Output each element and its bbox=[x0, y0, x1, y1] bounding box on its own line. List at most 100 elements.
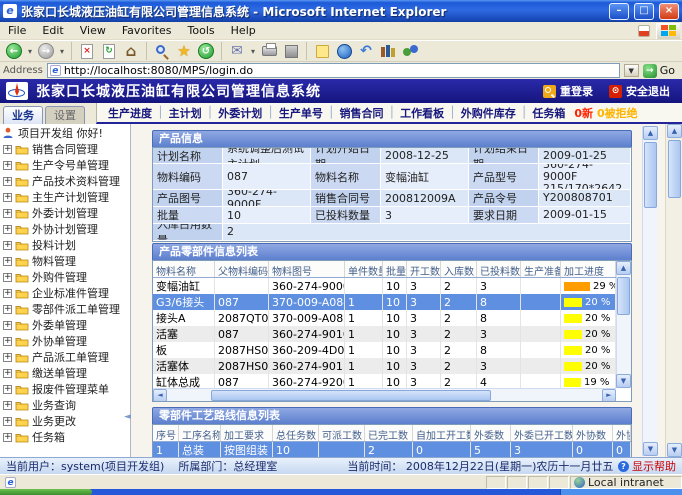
refresh-button[interactable]: ↻ bbox=[99, 42, 119, 60]
tree-expand-icon[interactable]: + bbox=[3, 225, 12, 234]
scroll-up-icon[interactable]: ▲ bbox=[616, 261, 631, 275]
parts-hscrollbar[interactable]: ◄ ► bbox=[153, 388, 616, 401]
nav-item-2[interactable]: 外委计划 bbox=[213, 105, 267, 121]
menu-help[interactable]: Help bbox=[223, 24, 264, 37]
scroll-thumb[interactable] bbox=[617, 277, 630, 315]
sidebar-item-1[interactable]: +生产令号单管理 bbox=[0, 157, 130, 173]
tree-expand-icon[interactable]: + bbox=[3, 321, 12, 330]
mail-dropdown[interactable]: ▾ bbox=[249, 47, 257, 56]
scroll-thumb[interactable] bbox=[211, 390, 491, 401]
column-header[interactable]: 自加工开工数 bbox=[413, 425, 471, 441]
sidebar-item-2[interactable]: +产品技术资料管理 bbox=[0, 173, 130, 189]
tree-expand-icon[interactable]: + bbox=[3, 305, 12, 314]
sidebar-item-7[interactable]: +物料管理 bbox=[0, 253, 130, 269]
scroll-thumb[interactable] bbox=[644, 142, 657, 208]
column-header[interactable]: 外协数 bbox=[573, 425, 613, 441]
home-button[interactable]: ⌂ bbox=[121, 42, 141, 60]
msn-button[interactable] bbox=[400, 42, 420, 60]
sidebar-item-12[interactable]: +外协单管理 bbox=[0, 333, 130, 349]
column-header[interactable]: 加工要求 bbox=[221, 425, 273, 441]
scroll-down-icon[interactable]: ▼ bbox=[667, 443, 682, 457]
column-header[interactable]: 加工进度 bbox=[561, 261, 616, 277]
scroll-down-icon[interactable]: ▼ bbox=[643, 442, 658, 456]
column-header[interactable]: 工序名称 bbox=[179, 425, 221, 441]
minimize-button[interactable]: – bbox=[609, 3, 629, 20]
table-row[interactable]: 变幅油缸360-274-9000F1032329 % bbox=[153, 278, 631, 294]
column-header[interactable]: 入库数 bbox=[441, 261, 477, 277]
go-button[interactable]: → Go bbox=[643, 64, 679, 78]
mail-button[interactable]: ✉ bbox=[227, 42, 247, 60]
start-button[interactable] bbox=[0, 489, 92, 495]
tree-expand-icon[interactable]: + bbox=[3, 337, 12, 346]
page-scrollbar[interactable]: ▲ ▼ bbox=[642, 126, 657, 456]
scroll-thumb[interactable] bbox=[668, 140, 681, 198]
back-button[interactable]: ← bbox=[4, 42, 24, 60]
table-row[interactable]: 活塞087360-274-9010F11032320 % bbox=[153, 326, 631, 342]
show-help-link[interactable]: ? 显示帮助 bbox=[618, 458, 676, 474]
tree-expand-icon[interactable]: + bbox=[3, 369, 12, 378]
tree-expand-icon[interactable]: + bbox=[3, 161, 12, 170]
column-header[interactable]: 物料图号 bbox=[269, 261, 345, 277]
menu-view[interactable]: View bbox=[72, 24, 114, 37]
sidebar-item-16[interactable]: +业务查询 bbox=[0, 397, 130, 413]
column-header[interactable]: 总任务数 bbox=[273, 425, 319, 441]
browser-extension-icon[interactable] bbox=[638, 25, 650, 37]
menu-favorites[interactable]: Favorites bbox=[114, 24, 180, 37]
column-header[interactable]: 可派工数 bbox=[319, 425, 365, 441]
column-header[interactable]: 已投料数 bbox=[477, 261, 521, 277]
column-header[interactable]: 物料名称 bbox=[153, 261, 215, 277]
tree-expand-icon[interactable]: + bbox=[3, 193, 12, 202]
quick-link-button[interactable]: ↶ bbox=[356, 42, 376, 60]
favorites-button[interactable]: ★ bbox=[174, 42, 194, 60]
parts-vscrollbar[interactable]: ▲ ▼ bbox=[616, 261, 631, 388]
column-header[interactable]: 批量 bbox=[383, 261, 407, 277]
scroll-right-icon[interactable]: ► bbox=[602, 389, 616, 402]
address-input[interactable]: e http://localhost:8080/MPS/login.do bbox=[47, 63, 620, 78]
messenger-web-button[interactable] bbox=[334, 42, 354, 60]
tree-expand-icon[interactable]: + bbox=[3, 385, 12, 394]
maximize-button[interactable]: □ bbox=[634, 3, 654, 20]
forward-dropdown[interactable]: ▾ bbox=[58, 47, 66, 56]
column-header[interactable]: 已完工数 bbox=[365, 425, 413, 441]
scroll-up-icon[interactable]: ▲ bbox=[667, 124, 682, 138]
history-button[interactable]: ↺ bbox=[196, 42, 216, 60]
scroll-down-icon[interactable]: ▼ bbox=[616, 374, 631, 388]
sidebar-item-4[interactable]: +外委计划管理 bbox=[0, 205, 130, 221]
sidebar-item-9[interactable]: +企业标准件管理 bbox=[0, 285, 130, 301]
notes-button[interactable] bbox=[312, 42, 332, 60]
table-row[interactable]: 接头A2087QT002370-009-A085011032820 % bbox=[153, 310, 631, 326]
tab-业务[interactable]: 业务 bbox=[3, 106, 43, 124]
scroll-left-icon[interactable]: ◄ bbox=[153, 389, 167, 402]
sidebar-item-0[interactable]: +销售合同管理 bbox=[0, 141, 130, 157]
scroll-up-icon[interactable]: ▲ bbox=[643, 126, 658, 140]
column-header[interactable]: 序号 bbox=[153, 425, 179, 441]
nav-item-6[interactable]: 外购件库存 bbox=[456, 105, 521, 121]
column-header[interactable]: 外委数 bbox=[471, 425, 511, 441]
sidebar-item-11[interactable]: +外委单管理 bbox=[0, 317, 130, 333]
windows-taskbar[interactable] bbox=[0, 489, 682, 495]
sidebar-item-3[interactable]: +主生产计划管理 bbox=[0, 189, 130, 205]
edit-button[interactable] bbox=[281, 42, 301, 60]
tree-expand-icon[interactable]: + bbox=[3, 273, 12, 282]
sidebar-item-6[interactable]: +投料计划 bbox=[0, 237, 130, 253]
column-header[interactable]: 单件数量 bbox=[345, 261, 383, 277]
tree-expand-icon[interactable]: + bbox=[3, 353, 12, 362]
column-header[interactable]: 生产准备 bbox=[521, 261, 561, 277]
column-header[interactable]: 外协 bbox=[613, 425, 631, 441]
sidebar-item-5[interactable]: +外协计划管理 bbox=[0, 221, 130, 237]
tree-expand-icon[interactable]: + bbox=[3, 401, 12, 410]
column-header[interactable]: 外委已开工数 bbox=[511, 425, 573, 441]
sidebar-item-14[interactable]: +缴送单管理 bbox=[0, 365, 130, 381]
close-button[interactable]: × bbox=[659, 3, 679, 20]
sidebar-item-15[interactable]: +报废件管理菜单 bbox=[0, 381, 130, 397]
nav-item-5[interactable]: 工作看板 bbox=[395, 105, 449, 121]
nav-item-4[interactable]: 销售合同 bbox=[335, 105, 389, 121]
menu-tools[interactable]: Tools bbox=[180, 24, 223, 37]
print-button[interactable] bbox=[259, 42, 279, 60]
menu-edit[interactable]: Edit bbox=[34, 24, 71, 37]
sidebar-item-13[interactable]: +产品派工单管理 bbox=[0, 349, 130, 365]
nav-item-3[interactable]: 生产单号 bbox=[274, 105, 328, 121]
nav-item-7[interactable]: 任务箱 bbox=[527, 105, 570, 121]
search-button[interactable] bbox=[152, 42, 172, 60]
table-row[interactable]: 板2087HS002360-209-4D01011032820 % bbox=[153, 342, 631, 358]
